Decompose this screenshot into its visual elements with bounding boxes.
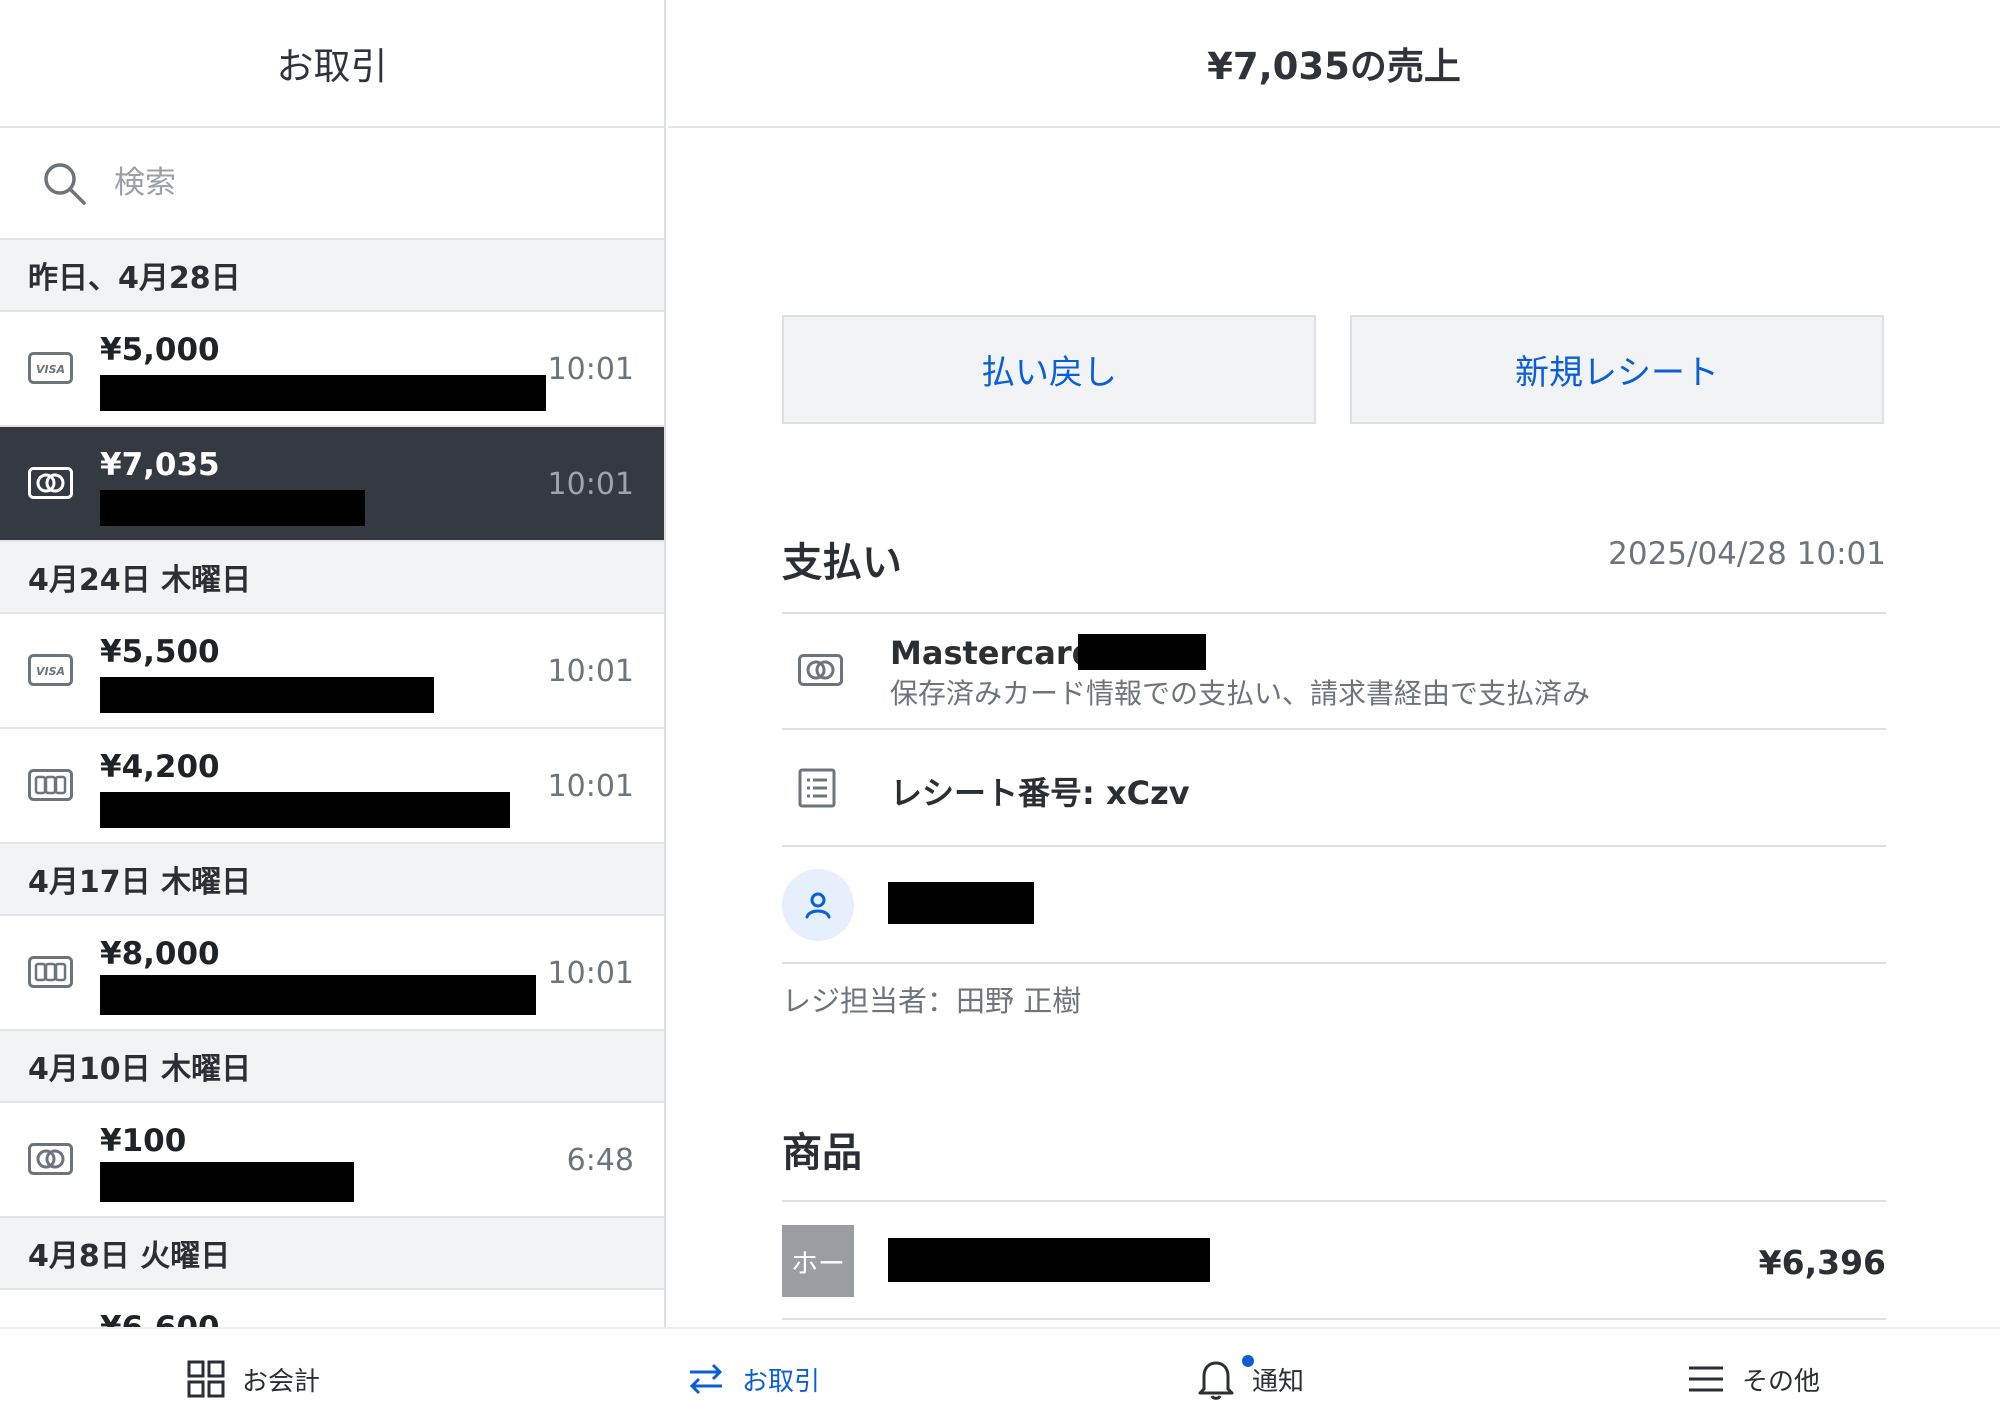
tab-more[interactable]: その他 [1686,1329,1820,1427]
transaction-row-selected[interactable]: ¥7,035 10:01 [0,427,664,542]
tab-more-label: その他 [1742,1366,1821,1397]
date-section-header: 昨日、4月28日 [0,240,664,312]
transaction-amount: ¥4,200 [100,749,220,785]
redacted-card-number [1078,634,1206,670]
transaction-time: 10:01 [547,467,634,502]
divider [782,962,1886,964]
divider [782,1200,1886,1202]
receipt-number: レシート番号: xCzv [890,774,1190,812]
item-price: ¥6,396 [1758,1243,1886,1282]
jcb-icon [28,769,73,801]
divider [782,1318,1886,1320]
transaction-row[interactable]: ¥4,200 10:01 [0,729,664,844]
detail-title: ¥7,035の売上 [668,0,2000,128]
payment-heading: 支払い [782,540,902,586]
tab-transactions[interactable]: お取引 [686,1329,820,1427]
tab-checkout-label: お会計 [242,1366,321,1397]
search-bar[interactable] [0,128,664,240]
date-section-header: 4月24日 木曜日 [0,542,664,614]
mastercard-icon [28,467,73,499]
date-section-header: 4月17日 木曜日 [0,844,664,916]
transaction-row[interactable]: ¥8,000 10:01 [0,916,664,1031]
redacted-description [100,1162,354,1202]
bell-icon [1198,1361,1234,1400]
divider [782,845,1886,847]
item-thumbnail: ホー [782,1225,854,1297]
payment-method-detail: 保存済みカード情報での支払い、請求書経由で支払済み [890,677,1591,710]
transaction-time: 10:01 [547,769,634,804]
redacted-description [100,792,510,828]
tab-notifications[interactable]: 通知 [1196,1329,1304,1427]
jcb-icon [28,956,73,988]
new-receipt-button[interactable]: 新規レシート [1350,315,1884,424]
payment-date: 2025/04/28 10:01 [1608,536,1886,572]
tab-checkout[interactable]: お会計 [186,1329,320,1427]
tab-transactions-label: お取引 [742,1366,821,1397]
divider [782,728,1886,730]
transaction-amount: ¥5,000 [100,332,220,368]
transaction-row[interactable]: VISA ¥5,500 10:01 [0,614,664,729]
swap-arrows-icon [689,1363,723,1395]
transaction-amount: ¥5,500 [100,634,220,670]
transaction-time: 10:01 [547,956,634,991]
transaction-row[interactable]: ¥100 6:48 [0,1103,664,1218]
redacted-description [100,375,546,411]
transaction-row[interactable]: ¥6,600 [0,1290,664,1327]
transaction-amount: ¥100 [100,1123,187,1159]
divider [782,612,1886,614]
transaction-amount: ¥8,000 [100,936,220,972]
redacted-description [100,677,434,713]
svg-text:VISA: VISA [36,363,65,376]
transaction-amount: ¥6,600 [100,1310,220,1327]
cashier-name: レジ担当者：田野 正樹 [782,984,1082,1018]
bottom-tab-bar: お会計 お取引 通知 その他 [0,1327,2000,1427]
redacted-item-name [888,1238,1210,1282]
mastercard-icon [28,1143,73,1175]
customer-avatar[interactable] [782,869,854,941]
items-heading: 商品 [782,1130,862,1176]
visa-icon: VISA [28,654,73,686]
transaction-row[interactable]: VISA ¥5,000 10:01 [0,312,664,427]
mastercard-icon [798,654,843,686]
tab-notifications-label: 通知 [1252,1366,1305,1397]
transactions-list-pane: お取引 昨日、4月28日 VISA ¥5,000 10:01 ¥7,035 10… [0,0,666,1327]
transaction-time: 6:48 [566,1143,634,1178]
svg-text:VISA: VISA [36,665,65,678]
redacted-description [100,490,365,526]
transaction-time: 10:01 [547,352,634,387]
notification-indicator [1196,1353,1256,1401]
refund-button[interactable]: 払い戻し [782,315,1316,424]
visa-icon: VISA [28,352,73,384]
date-section-header: 4月10日 木曜日 [0,1031,664,1103]
transaction-amount: ¥7,035 [100,447,220,483]
transaction-time: 10:01 [547,654,634,689]
card-brand: Mastercard [890,634,1095,672]
person-icon [805,892,831,919]
list-pane-title: お取引 [0,0,664,128]
search-icon [44,163,86,205]
transaction-detail-pane: ¥7,035の売上 払い戻し 新規レシート 支払い 2025/04/28 10:… [668,0,2000,1327]
search-input[interactable] [114,165,534,201]
redacted-customer-name [888,882,1034,924]
grid-icon [187,1360,225,1398]
notification-badge-dot [1240,1353,1256,1369]
menu-icon [1689,1366,1723,1392]
receipt-icon [798,768,836,808]
redacted-description [100,975,536,1015]
date-section-header: 4月8日 火曜日 [0,1218,664,1290]
